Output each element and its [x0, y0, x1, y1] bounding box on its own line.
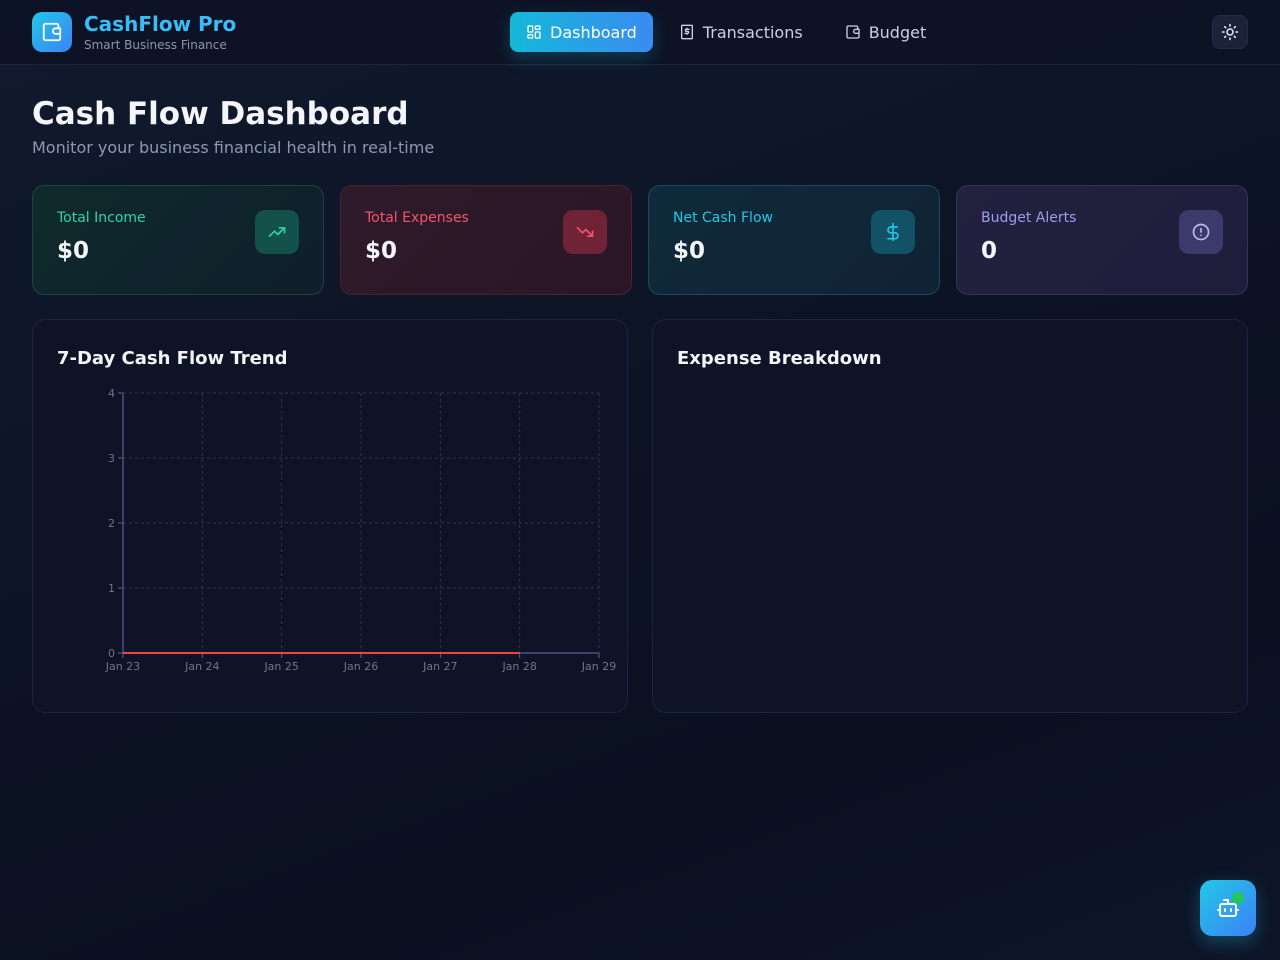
- y-tick-label: 1: [108, 582, 115, 595]
- y-tick-label: 2: [108, 517, 115, 530]
- trend-chart: 0 1 2 3 4 Jan 23 Jan 24 Jan 25 Jan 26 Jan 27 Jan 2…: [105, 387, 616, 673]
- nav-transactions-label: Transactions: [702, 22, 803, 42]
- budget-alerts-card: Budget Alerts 0: [956, 185, 1248, 295]
- breakdown-title: Expense Breakdown: [677, 348, 882, 369]
- x-tick-label: Jan 29: [581, 660, 616, 673]
- x-tick-label: Jan 28: [501, 660, 536, 673]
- dollar-icon: [871, 210, 915, 254]
- page-subtitle: Monitor your business financial health i…: [32, 138, 435, 157]
- page-title: Cash Flow Dashboard: [32, 96, 409, 132]
- x-tick-label: Jan 25: [263, 660, 298, 673]
- app-subtitle: Smart Business Finance: [84, 37, 227, 52]
- wallet-logo-icon: [32, 12, 72, 52]
- nav-transactions[interactable]: Transactions: [663, 12, 819, 52]
- nav-budget[interactable]: Budget: [829, 12, 943, 52]
- y-tick-label: 4: [108, 387, 115, 400]
- trending-up-icon: [255, 210, 299, 254]
- x-tick-label: Jan 26: [343, 660, 378, 673]
- expense-breakdown-panel: Expense Breakdown: [652, 319, 1248, 713]
- main-nav: Dashboard Transactions Budget: [510, 12, 952, 52]
- x-tick-label: Jan 27: [422, 660, 457, 673]
- income-card: Total Income $0: [32, 185, 324, 295]
- theme-toggle-button[interactable]: [1212, 15, 1248, 49]
- nav-dashboard[interactable]: Dashboard: [510, 12, 653, 52]
- dashboard-grid-icon: [527, 25, 541, 39]
- sun-icon: [1221, 23, 1239, 41]
- trending-down-icon: [563, 210, 607, 254]
- app-title: CashFlow Pro: [84, 11, 237, 36]
- y-tick-label: 0: [108, 647, 115, 660]
- x-tick-label: Jan 23: [105, 660, 140, 673]
- x-tick-label: Jan 24: [184, 660, 219, 673]
- cashflow-trend-panel: 7-Day Cash Flow Trend 0 1 2 3 4 Jan 23 Jan 24 J…: [32, 319, 628, 713]
- receipt-icon: [680, 24, 693, 40]
- brand[interactable]: CashFlow Pro Smart Business Finance: [32, 12, 236, 52]
- top-header: CashFlow Pro Smart Business Finance Dash…: [0, 0, 1280, 65]
- nav-dashboard-label: Dashboard: [550, 22, 637, 42]
- expenses-card: Total Expenses $0: [340, 185, 632, 295]
- y-tick-label: 3: [108, 452, 115, 465]
- ai-assistant-button[interactable]: [1200, 880, 1256, 936]
- nav-budget-label: Budget: [868, 22, 927, 42]
- online-status-dot: [1232, 892, 1244, 904]
- wallet-icon: [846, 25, 860, 39]
- alert-circle-icon: [1179, 210, 1223, 254]
- net-cashflow-card: Net Cash Flow $0: [648, 185, 940, 295]
